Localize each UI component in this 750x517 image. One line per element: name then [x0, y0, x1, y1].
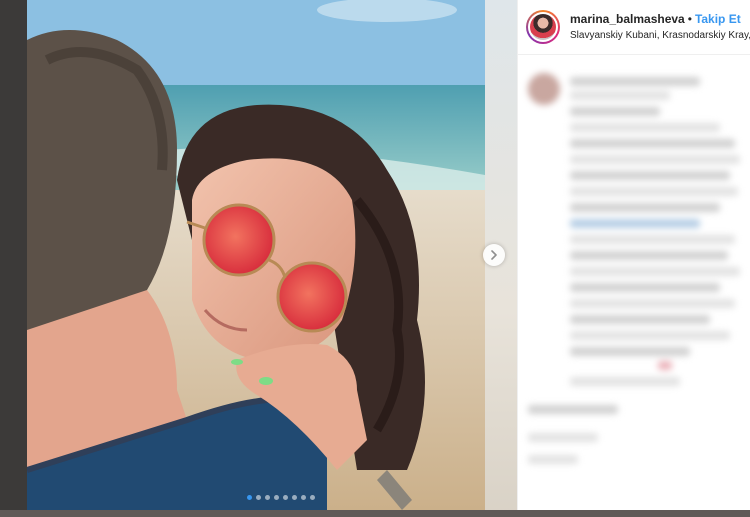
chevron-right-icon — [491, 250, 497, 260]
modal-backdrop-left[interactable] — [0, 0, 27, 517]
post-photo[interactable] — [27, 0, 485, 510]
blurred-line — [570, 377, 680, 386]
blurred-line — [570, 283, 720, 292]
carousel-dot[interactable] — [274, 495, 279, 500]
blurred-line — [570, 139, 735, 148]
blurred-line — [570, 235, 735, 244]
blurred-line — [570, 77, 700, 86]
blurred-line — [570, 219, 700, 228]
carousel-dots — [247, 495, 315, 500]
user-line: marina_balmasheva • Takip Et — [570, 12, 750, 27]
blurred-line — [570, 155, 740, 164]
carousel-dot[interactable] — [310, 495, 315, 500]
avatar-image — [530, 14, 556, 40]
modal-backdrop-bottom[interactable] — [0, 510, 750, 517]
carousel-dot[interactable] — [265, 495, 270, 500]
next-slide-button[interactable] — [483, 244, 505, 266]
blurred-line — [570, 315, 710, 324]
comments-area-blurred — [518, 55, 750, 510]
carousel-dot[interactable] — [292, 495, 297, 500]
blurred-emoji — [658, 361, 672, 370]
blurred-line — [528, 433, 598, 442]
carousel-dot[interactable] — [301, 495, 306, 500]
blurred-line — [570, 123, 720, 132]
carousel-dot[interactable] — [247, 495, 252, 500]
post-sidebar: marina_balmasheva • Takip Et Slavyanskiy K… — [517, 0, 750, 510]
blurred-content — [518, 55, 750, 510]
blurred-line — [570, 299, 735, 308]
blurred-line — [528, 455, 578, 464]
avatar[interactable] — [526, 10, 560, 44]
carousel-dot[interactable] — [256, 495, 261, 500]
commenter-avatar — [528, 73, 560, 105]
blurred-line — [570, 331, 730, 340]
blurred-line — [570, 251, 728, 260]
post-header: marina_balmasheva • Takip Et Slavyanskiy K… — [518, 0, 750, 55]
blurred-line — [570, 91, 670, 100]
separator: • — [687, 11, 692, 26]
avatar-border — [528, 12, 558, 42]
blurred-line — [570, 203, 720, 212]
instagram-post-modal: marina_balmasheva • Takip Et Slavyanskiy K… — [0, 0, 750, 517]
blurred-line — [528, 405, 618, 414]
blurred-line — [570, 347, 690, 356]
blurred-line — [570, 267, 740, 276]
follow-button[interactable]: Takip Et — [695, 12, 741, 26]
blurred-line — [570, 107, 660, 116]
blurred-line — [570, 187, 738, 196]
username-link[interactable]: marina_balmasheva — [570, 12, 685, 26]
carousel-dot[interactable] — [283, 495, 288, 500]
location-link[interactable]: Slavyanskiy Kubani, Krasnodarskiy Kray, — [570, 29, 750, 43]
photo-illustration — [27, 0, 485, 510]
header-text: marina_balmasheva • Takip Et Slavyanskiy K… — [570, 12, 750, 43]
blurred-line — [570, 171, 730, 180]
